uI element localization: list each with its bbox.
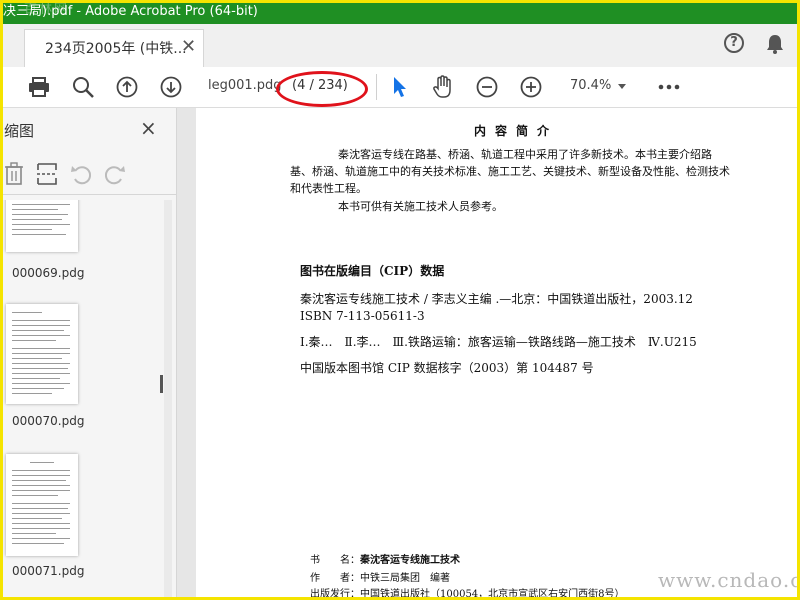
zoom-in-icon[interactable] [518, 67, 544, 107]
rotate-left-icon[interactable] [70, 162, 92, 186]
page-thumbnail[interactable] [6, 454, 78, 556]
select-arrow-icon[interactable] [388, 67, 412, 107]
colophon-key: 书 名： [310, 555, 360, 566]
watermark-logo: 百林网 [24, 2, 70, 17]
thumbnails-pane: 缩图 × 000069.pdg 000070.pdg 000071.pdg [0, 108, 177, 600]
red-circle-annotation [276, 71, 368, 107]
tab-label: 234页2005年 (中铁... [45, 41, 187, 57]
bell-icon[interactable] [764, 33, 786, 55]
thumbnail-label: 000069.pdg [12, 266, 85, 280]
tab-bar: 234页2005年 (中铁... ✕ [0, 24, 800, 68]
intro-heading: 内容简介 [474, 124, 559, 138]
colophon-value: 中国铁道出版社（100054，北京市宣武区右安门西街8号） [360, 589, 625, 600]
thumbnail-list: 000069.pdg 000070.pdg 000071.pdg [0, 200, 164, 600]
colophon-key: 作 者： [310, 573, 360, 584]
thumbnail-scrollbar[interactable] [164, 200, 172, 600]
intro-note: 本书可供有关施工技术人员参考。 [338, 200, 503, 213]
page-thumbnail[interactable] [6, 304, 78, 404]
search-zoom-icon[interactable] [70, 67, 96, 107]
colophon-row: 作 者：中铁三局集团 编著 [310, 569, 450, 584]
chevron-down-icon[interactable] [618, 84, 626, 89]
page-thumbnail[interactable] [6, 200, 78, 252]
filename: leg001.pdg [208, 78, 282, 93]
rotate-right-icon[interactable] [104, 162, 126, 186]
cip-line: ISBN 7-113-05611-3 [300, 309, 425, 323]
page-down-icon[interactable] [158, 67, 184, 107]
toolbar-divider [376, 74, 377, 100]
close-icon[interactable]: ✕ [181, 36, 196, 57]
more-icon[interactable] [656, 67, 682, 107]
document-tab[interactable]: 234页2005年 (中铁... ✕ [24, 29, 204, 67]
intro-paragraph: 秦沈客运专线在路基、桥涵、轨道工程中采用了许多新技术。本书主要介绍路基、桥涵、轨… [290, 148, 730, 195]
help-icon[interactable]: ? [724, 33, 744, 53]
colophon-row: 出版发行：中国铁道出版社（100054，北京市宣武区右安门西街8号） [310, 585, 625, 600]
zoom-out-icon[interactable] [474, 67, 500, 107]
colophon-key: 出版发行： [310, 589, 360, 600]
thumbnail-label: 000070.pdg [12, 414, 85, 428]
print-icon[interactable] [26, 67, 52, 107]
delete-icon[interactable] [4, 162, 24, 186]
hand-icon[interactable] [430, 67, 456, 107]
page-up-icon[interactable] [114, 67, 140, 107]
pane-title: 缩图 [4, 122, 35, 140]
pane-toolbar [0, 156, 176, 195]
insert-page-icon[interactable] [36, 162, 58, 186]
colophon-value: 秦沈客运专线施工技术 [360, 555, 460, 566]
cip-line: 秦沈客运专线施工技术 / 李志义主编 .—北京：中国铁道出版社，2003.12 [300, 292, 693, 306]
colophon-row: 书 名：秦沈客运专线施工技术 [310, 551, 460, 566]
cip-line: 中国版本图书馆 CIP 数据核字（2003）第 104487 号 [300, 361, 594, 375]
cip-heading: 图书在版编目（CIP）数据 [300, 264, 445, 278]
toolbar: leg001.pdg (4 / 234) 70.4% [0, 67, 800, 108]
site-watermark: www.cndao.com [658, 568, 800, 592]
thumbnail-label: 000071.pdg [12, 564, 85, 578]
colophon-value: 中铁三局集团 编著 [360, 573, 450, 584]
zoom-level-field[interactable]: 70.4% [570, 78, 611, 93]
title-bar: 决三局).pdf - Adobe Acrobat Pro (64-bit) 百林… [0, 0, 800, 24]
cip-line: Ⅰ.秦… Ⅱ.李… Ⅲ.铁路运输：旅客运输—铁路线路—施工技术 Ⅳ.U215 [300, 335, 697, 349]
close-icon[interactable]: × [140, 116, 157, 140]
scrollbar-thumb[interactable] [160, 375, 163, 393]
